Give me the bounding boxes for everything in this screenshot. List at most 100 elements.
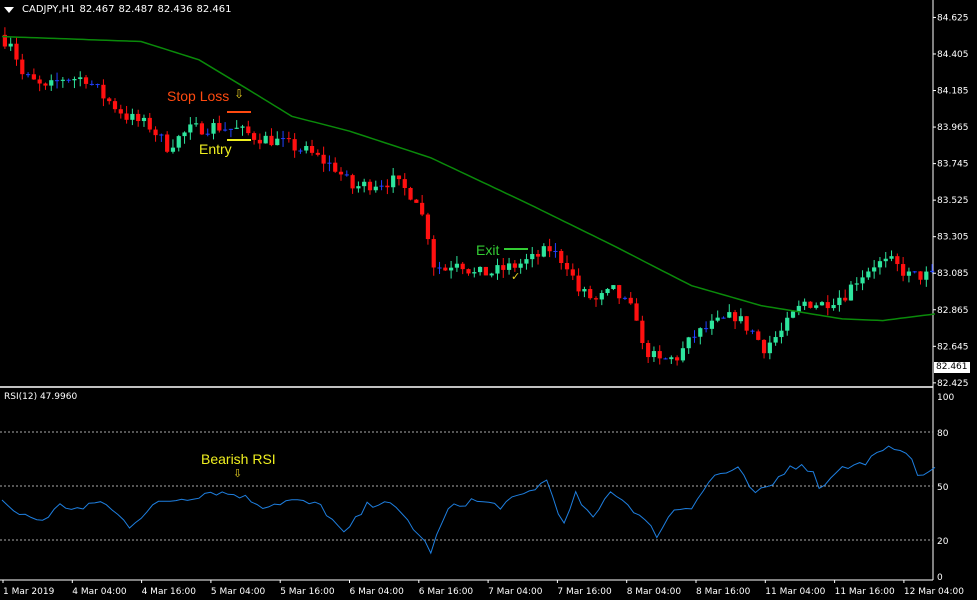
bull-candle — [623, 298, 627, 299]
bull-candle — [884, 259, 888, 261]
bull-candle — [264, 136, 268, 144]
bear-candle — [432, 239, 436, 267]
bear-candle — [658, 351, 662, 358]
bear-candle — [26, 74, 30, 75]
rsi-tick-label: 0 — [937, 573, 943, 583]
bear-candle — [153, 130, 157, 136]
bear-candle — [55, 80, 59, 81]
time-tick-label: 12 Mar 04:00 — [904, 587, 964, 597]
price-tick-label: 82.645 — [937, 342, 969, 352]
bull-candle — [275, 139, 279, 145]
bull-candle — [913, 271, 917, 272]
bull-candle — [553, 251, 557, 252]
time-tick-label: 8 Mar 04:00 — [627, 587, 682, 597]
bear-candle — [101, 85, 105, 99]
bull-candle — [785, 318, 789, 331]
bear-candle — [310, 146, 314, 153]
bear-candle — [548, 246, 552, 251]
bear-candle — [577, 276, 581, 292]
bear-candle — [96, 84, 100, 85]
rsi-tick-label: 100 — [937, 393, 954, 403]
exit-label: Exit — [476, 242, 499, 258]
bear-candle — [901, 264, 905, 276]
price-tick-label: 83.965 — [937, 123, 969, 133]
time-tick-label: 11 Mar 04:00 — [765, 587, 825, 597]
bear-candle — [426, 215, 430, 240]
time-tick-label: 6 Mar 04:00 — [350, 587, 405, 597]
bear-candle — [745, 316, 749, 330]
bull-candle — [692, 337, 696, 338]
high-value: 82.487 — [118, 4, 153, 15]
bear-candle — [588, 289, 592, 298]
bull-candle — [831, 305, 835, 308]
bear-candle — [559, 251, 563, 263]
bull-candle — [171, 148, 175, 152]
bear-candle — [513, 263, 517, 267]
time-tick-label: 4 Mar 16:00 — [142, 587, 197, 597]
bull-candle — [600, 293, 604, 299]
time-tick-label: 5 Mar 16:00 — [280, 587, 335, 597]
bear-candle — [895, 256, 899, 264]
bull-candle — [507, 263, 511, 269]
bear-candle — [808, 302, 812, 308]
bull-candle — [860, 277, 864, 283]
bull-candle — [710, 321, 714, 329]
bear-candle — [252, 133, 256, 140]
bear-candle — [368, 182, 372, 190]
bull-candle — [130, 114, 134, 120]
bear-candle — [43, 84, 47, 86]
bear-candle — [634, 303, 638, 320]
bull-candle — [866, 271, 870, 277]
bull-candle — [374, 187, 378, 191]
bear-candle — [536, 254, 540, 257]
bull-candle — [223, 130, 227, 131]
moving-average-line — [2, 37, 935, 321]
bull-candle — [855, 283, 859, 284]
bear-candle — [246, 126, 250, 133]
bear-candle — [408, 188, 412, 200]
bear-candle — [918, 271, 922, 279]
bull-candle — [814, 305, 818, 308]
bull-candle — [327, 163, 331, 164]
bear-candle — [124, 114, 128, 120]
time-tick-label: 7 Mar 04:00 — [488, 587, 543, 597]
bull-candle — [687, 337, 691, 348]
bear-candle — [762, 340, 766, 353]
bull-candle — [716, 318, 720, 321]
price-tick-label: 83.745 — [937, 160, 969, 170]
exit-check-icon: ✓ — [511, 270, 520, 283]
bear-candle — [675, 357, 679, 360]
bear-candle — [750, 331, 754, 332]
bull-candle — [206, 134, 210, 135]
bull-candle — [177, 136, 181, 148]
bear-candle — [90, 84, 94, 85]
bull-candle — [391, 176, 395, 188]
bull-candle — [356, 186, 360, 188]
time-tick-label: 7 Mar 16:00 — [557, 587, 612, 597]
bull-candle — [240, 126, 244, 127]
bull-candle — [698, 328, 702, 337]
bear-candle — [397, 176, 401, 180]
bear-candle — [466, 269, 470, 273]
bull-candle — [211, 123, 215, 134]
bull-candle — [530, 254, 534, 259]
bull-candle — [797, 306, 801, 312]
bear-candle — [640, 321, 644, 343]
bear-candle — [287, 138, 291, 139]
bull-candle — [924, 272, 928, 280]
bull-candle — [159, 135, 163, 136]
bull-candle — [304, 146, 308, 151]
bear-candle — [113, 101, 117, 109]
time-tick-label: 11 Mar 16:00 — [835, 587, 895, 597]
bear-candle — [14, 44, 18, 60]
price-tick-label: 84.625 — [937, 13, 969, 23]
time-tick-label: 5 Mar 04:00 — [211, 587, 266, 597]
bull-candle — [779, 331, 783, 337]
bear-candle — [345, 174, 349, 175]
bear-candle — [38, 79, 42, 83]
bull-candle — [820, 302, 824, 305]
bear-candle — [322, 155, 326, 164]
bull-candle — [194, 123, 198, 124]
chart-canvas[interactable]: 84.62584.40584.18583.96583.74583.52583.3… — [0, 0, 977, 600]
dropdown-triangle-icon[interactable] — [4, 7, 14, 13]
